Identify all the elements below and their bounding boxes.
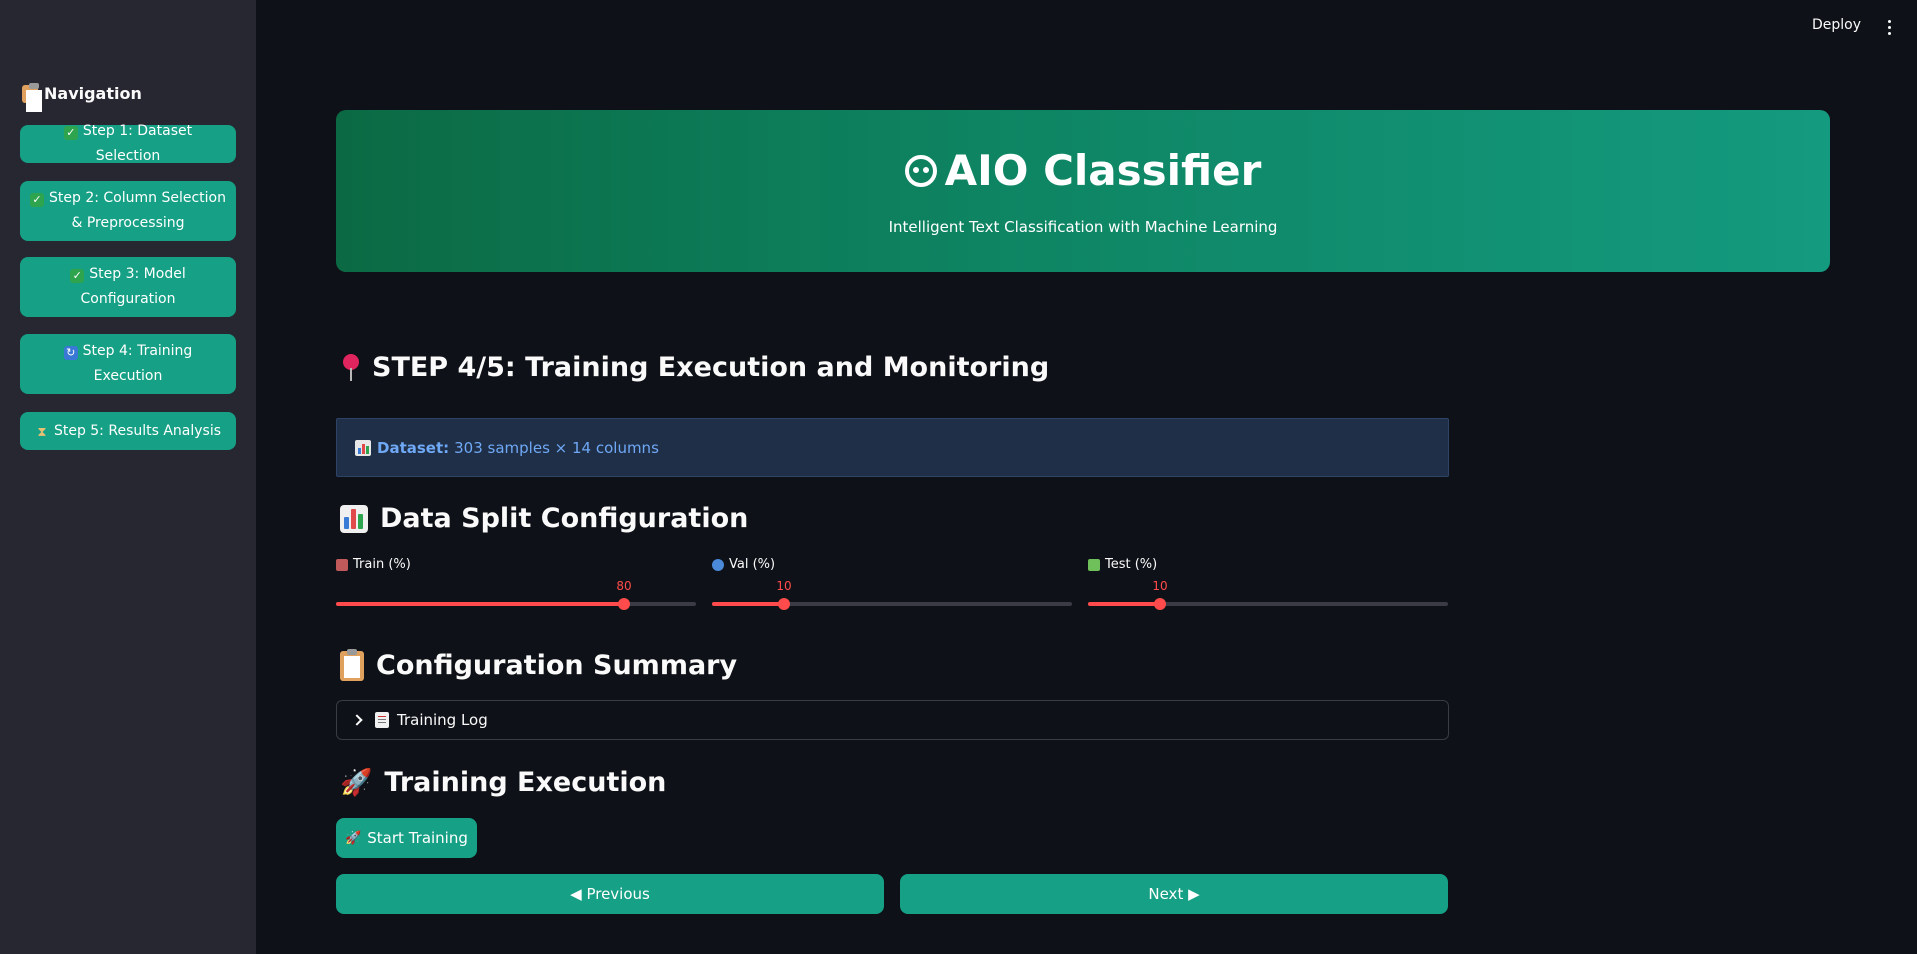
train-slider-label-text: Train (%) <box>353 557 411 572</box>
train-icon <box>336 558 348 571</box>
check-icon: ✓ <box>70 269 85 283</box>
test-slider-value: 10 <box>1152 579 1168 593</box>
log-icon <box>375 712 389 728</box>
app-title-text: AIO Classifier <box>944 146 1262 195</box>
sidebar-title-text: Navigation <box>44 84 142 103</box>
bar-chart-icon <box>340 504 368 533</box>
hourglass-icon: ⧗ <box>37 424 47 440</box>
page-title: STEP 4/5: Training Execution and Monitor… <box>340 352 1049 383</box>
sidebar: Navigation ✓ Step 1: Dataset Selection ✓ S… <box>0 0 256 954</box>
previous-button[interactable]: ◀ Previous <box>336 874 884 914</box>
sidebar-item-label: Step 5: Results Analysis <box>53 422 222 439</box>
config-summary-heading: Configuration Summary <box>340 648 738 681</box>
val-slider[interactable]: Val (%) 10 <box>712 557 1072 610</box>
bar-chart-icon <box>355 439 371 456</box>
sidebar-item-label: Step 1: Dataset Selection <box>82 123 193 164</box>
hero-banner: AIO Classifier Intelligent Text Classifi… <box>336 110 1830 272</box>
sidebar-item-label: Step 3: Model Configuration <box>80 266 186 307</box>
data-split-heading: Data Split Configuration <box>340 503 748 534</box>
sidebar-item-label: Step 4: Training Execution <box>82 343 193 384</box>
page-title-text: STEP 4/5: Training Execution and Monitor… <box>372 352 1050 383</box>
dataset-info-box: Dataset: 303 samples × 14 columns <box>336 418 1449 477</box>
test-slider-track[interactable] <box>1088 598 1448 610</box>
val-slider-track[interactable] <box>712 598 1072 610</box>
sidebar-item-step-4[interactable]: ↻ Step 4: Training Execution <box>20 334 236 394</box>
training-log-expander[interactable]: Training Log <box>336 700 1449 740</box>
check-icon: ✓ <box>63 126 78 140</box>
check-icon: ✓ <box>30 193 44 207</box>
rocket-icon: 🚀 <box>345 830 362 846</box>
test-slider-label: Test (%) <box>1088 557 1448 572</box>
val-slider-thumb[interactable] <box>778 598 790 610</box>
test-tube-icon <box>1088 558 1100 571</box>
train-slider[interactable]: Train (%) 80 <box>336 557 696 610</box>
refresh-icon: ↻ <box>63 346 78 360</box>
sidebar-item-step-1[interactable]: ✓ Step 1: Dataset Selection <box>20 123 236 164</box>
config-summary-heading-text: Configuration Summary <box>376 650 738 681</box>
test-slider[interactable]: Test (%) 10 <box>1088 557 1448 610</box>
train-slider-fill <box>336 602 624 606</box>
magnifier-icon <box>712 558 724 571</box>
clipboard-icon <box>22 82 42 112</box>
training-execution-heading: 🚀 Training Execution <box>340 767 666 798</box>
test-slider-label-text: Test (%) <box>1105 557 1158 572</box>
val-slider-label-text: Val (%) <box>729 557 776 572</box>
sidebar-item-label: Step 2: Column Selection & Preprocessing <box>49 190 226 231</box>
robot-icon <box>904 154 937 187</box>
val-slider-value: 10 <box>776 579 792 593</box>
train-slider-label: Train (%) <box>336 557 696 572</box>
start-training-button[interactable]: 🚀 Start Training <box>336 818 477 858</box>
test-slider-thumb[interactable] <box>1154 598 1166 610</box>
val-slider-label: Val (%) <box>712 557 1072 572</box>
next-button[interactable]: Next ▶ <box>900 874 1448 914</box>
training-log-label: Training Log <box>397 711 488 729</box>
train-slider-track[interactable] <box>336 598 696 610</box>
training-execution-heading-text: Training Execution <box>384 767 667 798</box>
sidebar-title: Navigation <box>22 82 142 112</box>
more-menu-icon[interactable] <box>1881 16 1897 38</box>
sidebar-item-step-2[interactable]: ✓ Step 2: Column Selection & Preprocessin… <box>20 181 236 241</box>
app-subtitle: Intelligent Text Classification with Mac… <box>888 218 1278 236</box>
chevron-right-icon <box>351 714 363 726</box>
train-slider-thumb[interactable] <box>618 598 630 610</box>
test-slider-fill <box>1088 602 1160 606</box>
dataset-label: Dataset: <box>377 438 450 457</box>
rocket-icon: 🚀 <box>340 767 373 798</box>
clipboard-icon <box>340 648 364 681</box>
deploy-button[interactable]: Deploy <box>1812 17 1861 33</box>
train-slider-value: 80 <box>616 579 632 593</box>
data-split-heading-text: Data Split Configuration <box>380 503 749 534</box>
pin-icon <box>340 353 362 382</box>
dataset-value: 303 samples × 14 columns <box>454 438 659 457</box>
sidebar-item-step-3[interactable]: ✓ Step 3: Model Configuration <box>20 257 236 317</box>
start-training-label: Start Training <box>367 829 468 847</box>
sidebar-item-step-5[interactable]: ⧗ Step 5: Results Analysis <box>20 412 236 450</box>
val-slider-fill <box>712 602 784 606</box>
app-title: AIO Classifier <box>336 146 1830 195</box>
